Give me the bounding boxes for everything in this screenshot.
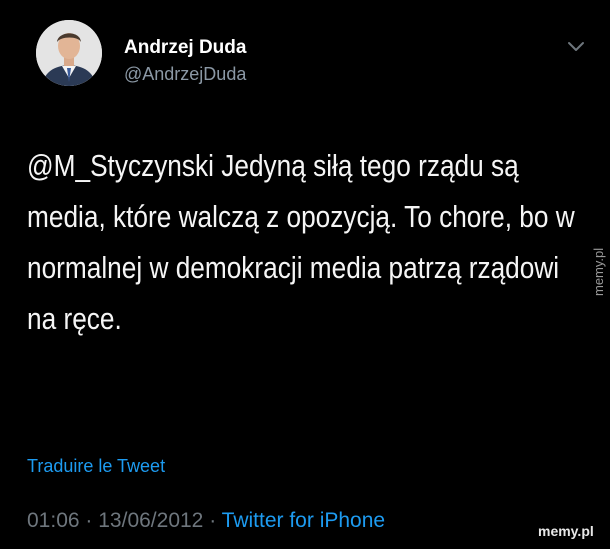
memy-watermark-bottom: memy.pl [538,523,594,539]
tweet-text: @M_Styczynski Jedyną siłą tego rządu są … [27,149,575,336]
tweet-source[interactable]: Twitter for iPhone [222,509,385,532]
tweet-meta: 01:06 · 13/06/2012 · Twitter for iPhone [27,509,385,533]
author-name[interactable]: Andrzej Duda [124,37,246,59]
tweet-date[interactable]: 13/06/2012 [98,509,203,532]
avatar-image [36,20,102,86]
avatar[interactable] [36,20,102,86]
tweet-time[interactable]: 01:06 [27,509,80,532]
author-handle[interactable]: @AndrzejDuda [124,64,246,85]
chevron-down-icon[interactable] [566,40,586,54]
memy-watermark-text: memy.pl [591,248,606,296]
meta-separator: · [85,509,93,532]
memy-watermark-text: memy.pl [538,523,594,539]
tweet-card: Andrzej Duda @AndrzejDuda @M_Styczynski … [0,0,610,549]
translate-tweet-link[interactable]: Traduire le Tweet [27,456,165,477]
memy-watermark-side: memy.pl [591,248,606,296]
meta-separator: · [209,509,217,532]
